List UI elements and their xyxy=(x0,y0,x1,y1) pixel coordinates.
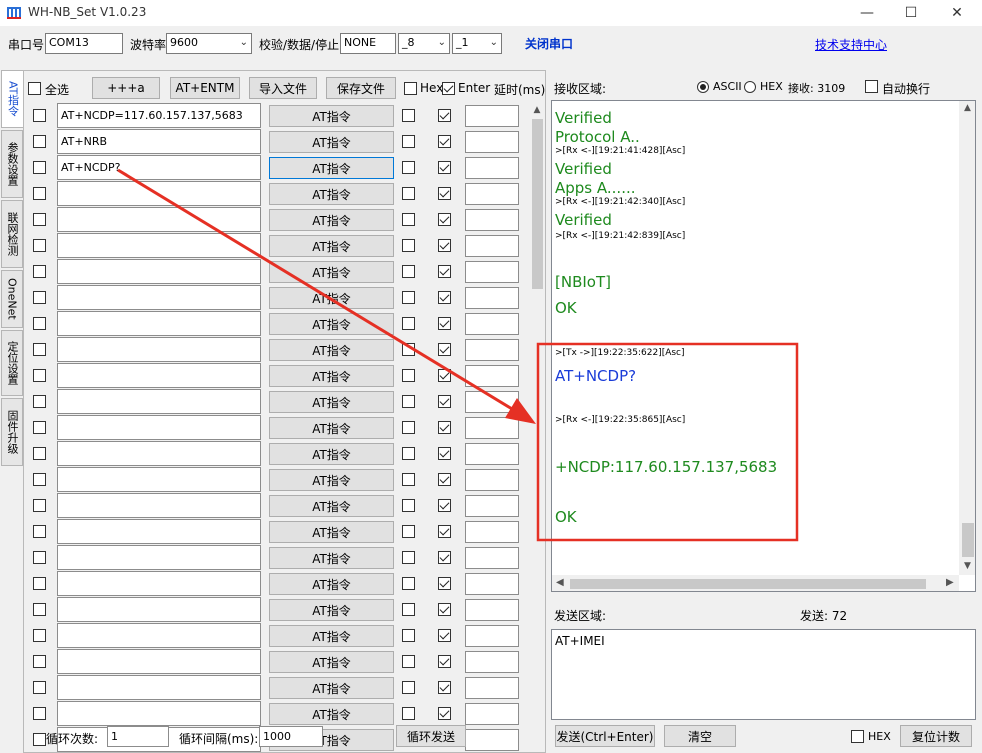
annotation-arrow-line xyxy=(117,168,523,417)
highlight-box xyxy=(536,342,799,542)
annotation-arrow-head xyxy=(505,398,536,424)
annotation-overlay xyxy=(117,168,799,542)
